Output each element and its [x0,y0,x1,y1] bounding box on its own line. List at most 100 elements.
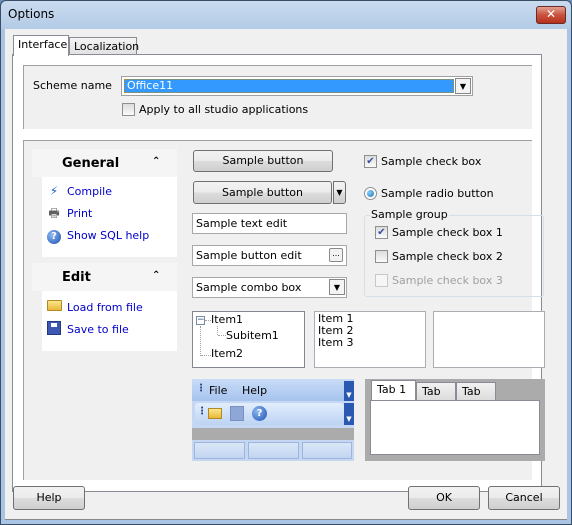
grip-icon[interactable]: ⋮ [196,383,206,394]
nav-item-label: Load from file [67,300,143,314]
tool-bar: ⋮ ? [195,403,344,425]
collapse-icon[interactable]: ⌃ [152,156,160,167]
sample-split-button[interactable]: Sample button [193,181,332,204]
status-panel [248,442,299,459]
sample-tab-2[interactable]: Tab 2 [416,382,456,411]
help-button[interactable]: Help [13,486,85,510]
grip-icon[interactable]: ⋮ [197,406,207,417]
sample-tab-page [370,400,540,455]
group-check-box-2[interactable]: Sample check box 2 [375,250,503,263]
sample-check-box[interactable]: ✔ Sample check box [364,155,481,168]
group-check-box-1[interactable]: ✔ Sample check box 1 [375,226,503,239]
button-label: Sample button [221,186,304,199]
sample-radio-button[interactable]: Sample radio button [364,187,494,200]
collapse-tree-icon[interactable]: − [196,316,205,325]
nav-item-load-from-file[interactable]: Load from file [45,299,143,315]
check-box-input [375,274,388,287]
check-box-label: Sample check box 1 [392,226,503,239]
button-label: Sample button [222,154,304,167]
status-panel [194,442,245,459]
tab-label: Interface [18,38,68,51]
close-button[interactable]: ✕ [536,6,566,24]
sample-tree-view[interactable]: − Item1 Subitem1 Item2 [192,311,305,368]
collapse-icon[interactable]: ⌃ [152,270,160,281]
nav-item-label: Show SQL help [67,228,150,242]
nav-group-edit-header[interactable]: Edit ⌃ [32,263,177,291]
tab-localization[interactable]: Localization [69,37,140,55]
apply-all-label: Apply to all studio applications [139,103,309,116]
nav-item-label: Print [67,206,93,220]
tree-item[interactable]: Item2 [211,347,243,360]
nav-group-general-header[interactable]: General ⌃ [32,149,177,177]
nav-item-label: Compile [67,184,112,198]
window-title: Options [8,7,55,21]
printer-icon: 🖶 [48,206,60,220]
nav-item-show-sql-help[interactable]: ? Show SQL help [45,227,150,244]
nav-group-title: Edit [62,270,91,285]
sample-group: Sample group ✔ Sample check box 1 Sample… [364,208,544,297]
text-edit-value: Sample text edit [196,217,288,230]
interface-tab-page: Scheme name Office11 ▼ Apply to all stud… [12,54,545,492]
nav-group-edit-body: Load from file Save to file [42,291,177,351]
sample-tab-3[interactable]: Tab 3 [456,382,496,411]
apply-all-checkbox-row[interactable]: Apply to all studio applications [122,103,308,116]
apply-all-checkbox[interactable] [122,103,135,116]
group-title: Sample group [370,208,449,221]
sample-button-edit[interactable]: Sample button edit ... [192,245,347,266]
check-box-label: Sample check box [381,155,482,168]
nav-item-print[interactable]: 🖶 Print [45,205,92,221]
sample-text-edit[interactable]: Sample text edit [192,213,347,234]
chevron-down-icon: ▼ [336,188,343,197]
scheme-name-value: Office11 [124,79,454,93]
customize-chevron-icon[interactable]: ▼ [344,381,354,401]
ok-button[interactable]: OK [408,486,480,510]
dialog-client-area: Interface Localization Scheme name Offic… [5,29,567,520]
list-item[interactable]: Item 3 [318,337,354,349]
tab-interface[interactable]: Interface [13,35,69,56]
menu-help[interactable]: Help [242,384,267,397]
nav-group-title: General [62,156,120,171]
scheme-name-combo[interactable]: Office11 ▼ [121,76,473,96]
floppy-disk-icon [45,321,63,337]
chevron-down-icon[interactable]: ▼ [329,279,345,295]
sample-button[interactable]: Sample button [193,150,333,172]
tree-line [201,355,211,356]
sample-list-box[interactable]: Item 1 Item 2 Item 3 [314,311,426,368]
sample-radio-input[interactable] [364,187,377,200]
tree-line [200,326,201,356]
nav-item-compile[interactable]: ⚡ Compile [45,183,112,199]
sample-combo-box[interactable]: Sample combo box ▼ [192,277,347,298]
customize-chevron-icon[interactable]: ▼ [344,403,354,425]
status-panel [302,442,352,459]
tab-label: Localization [74,40,140,53]
navigation-bar: General ⌃ ⚡ Compile 🖶 Print ? Show SQL h… [32,149,177,351]
button-label: Help [36,491,62,504]
split-button-dropdown[interactable]: ▼ [333,181,346,204]
floppy-disk-icon[interactable] [230,406,244,421]
ellipsis-button[interactable]: ... [329,248,343,262]
menu-file[interactable]: File [209,384,227,397]
open-folder-icon[interactable] [208,408,222,419]
sample-empty-panel [433,311,545,368]
check-box-label: Sample check box 2 [392,250,503,263]
scheme-panel: Scheme name Office11 ▼ Apply to all stud… [23,65,532,129]
button-label: OK [436,491,452,504]
cancel-button[interactable]: Cancel [488,486,560,510]
tree-line [217,326,218,335]
group-check-box-3: Sample check box 3 [375,274,503,287]
check-box-input[interactable]: ✔ [375,226,388,239]
title-bar[interactable]: Options ✕ [1,1,571,29]
button-edit-value: Sample button edit [196,249,302,262]
tree-item[interactable]: Subitem1 [226,329,279,342]
check-box-input[interactable] [375,250,388,263]
sample-tab-1[interactable]: Tab 1 [371,380,416,400]
scheme-name-label: Scheme name [33,79,112,92]
dock-area [192,428,354,440]
sample-check-box-input[interactable]: ✔ [364,155,377,168]
chevron-down-icon[interactable]: ▼ [455,78,471,94]
nav-item-save-to-file[interactable]: Save to file [45,321,129,337]
combo-box-value: Sample combo box [196,281,302,294]
tree-item[interactable]: Item1 [211,313,243,326]
sample-bar-manager: ⋮ File Help ▼ ⋮ ? ▼ [192,379,354,461]
help-icon[interactable]: ? [252,406,267,421]
